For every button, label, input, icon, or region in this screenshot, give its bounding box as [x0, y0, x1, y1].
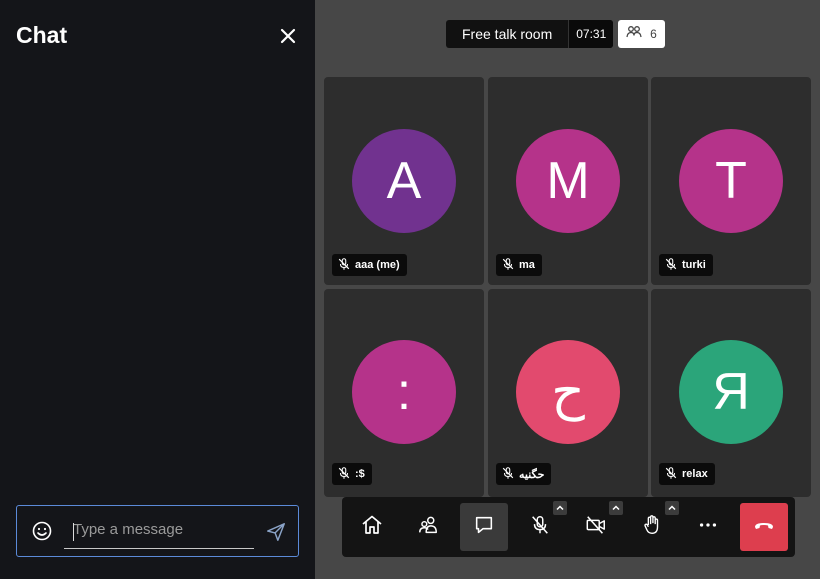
participants-count: 6 — [650, 27, 657, 41]
participant-name-tag: حگنيه — [496, 463, 552, 485]
emoji-icon[interactable] — [30, 519, 54, 543]
avatar: M — [516, 129, 620, 233]
participant-name-tag: turki — [659, 254, 713, 276]
more-button[interactable] — [684, 503, 732, 551]
avatar: T — [679, 129, 783, 233]
avatar: ح — [516, 340, 620, 444]
participant-name: aaa (me) — [355, 259, 400, 271]
participants-icon — [417, 514, 439, 541]
room-info: Free talk room 07:31 — [446, 20, 614, 48]
hangup-button[interactable] — [740, 503, 788, 551]
message-input[interactable] — [64, 515, 254, 549]
home-icon — [360, 513, 384, 542]
participant-name: ma — [519, 259, 535, 271]
avatar: Я — [679, 340, 783, 444]
avatar: : — [352, 340, 456, 444]
participant-name: turki — [682, 259, 706, 271]
send-icon[interactable] — [265, 521, 287, 543]
close-icon[interactable] — [276, 24, 300, 48]
participant-tile[interactable]: : :$ — [324, 289, 484, 497]
chat-panel: Chat — [0, 0, 315, 579]
text-caret — [73, 523, 74, 541]
more-icon — [697, 514, 719, 541]
participants-button[interactable] — [404, 503, 452, 551]
microphone-muted-icon — [501, 257, 515, 274]
reactions-chevron-up-icon[interactable] — [665, 501, 679, 515]
participant-name-tag: :$ — [332, 463, 372, 485]
microphone-muted-icon — [501, 466, 515, 483]
microphone-muted-icon — [664, 466, 678, 483]
participant-tile[interactable]: A aaa (me) — [324, 77, 484, 285]
hangup-icon — [752, 513, 776, 542]
chat-button[interactable] — [460, 503, 508, 551]
microphone-muted-icon — [529, 514, 551, 541]
participants-count-button[interactable]: 6 — [618, 20, 665, 48]
participant-name-tag: ma — [496, 254, 542, 276]
avatar: A — [352, 129, 456, 233]
participant-tile[interactable]: M ma — [488, 77, 648, 285]
microphone-muted-icon — [337, 466, 351, 483]
participant-tile[interactable]: T turki — [651, 77, 811, 285]
chat-icon — [473, 514, 495, 541]
room-name: Free talk room — [462, 26, 553, 42]
chat-title: Chat — [16, 22, 68, 48]
participant-name: حگنيه — [519, 468, 545, 481]
raise-hand-icon — [641, 514, 663, 541]
participants-icon — [626, 25, 642, 44]
participant-name: :$ — [355, 468, 365, 480]
participant-name: relax — [682, 468, 708, 480]
home-button[interactable] — [348, 503, 396, 551]
microphone-muted-icon — [664, 257, 678, 274]
camera-off-icon — [584, 514, 608, 541]
participant-tile[interactable]: Я relax — [651, 289, 811, 497]
camera-options-chevron-up-icon[interactable] — [609, 501, 623, 515]
participant-name-tag: relax — [659, 463, 715, 485]
call-toolbar — [342, 497, 795, 557]
microphone-muted-icon — [337, 257, 351, 274]
room-timer: 07:31 — [568, 20, 614, 48]
message-composer — [16, 505, 299, 557]
participant-tile[interactable]: ح حگنيه — [488, 289, 648, 497]
microphone-options-chevron-up-icon[interactable] — [553, 501, 567, 515]
participant-name-tag: aaa (me) — [332, 254, 407, 276]
